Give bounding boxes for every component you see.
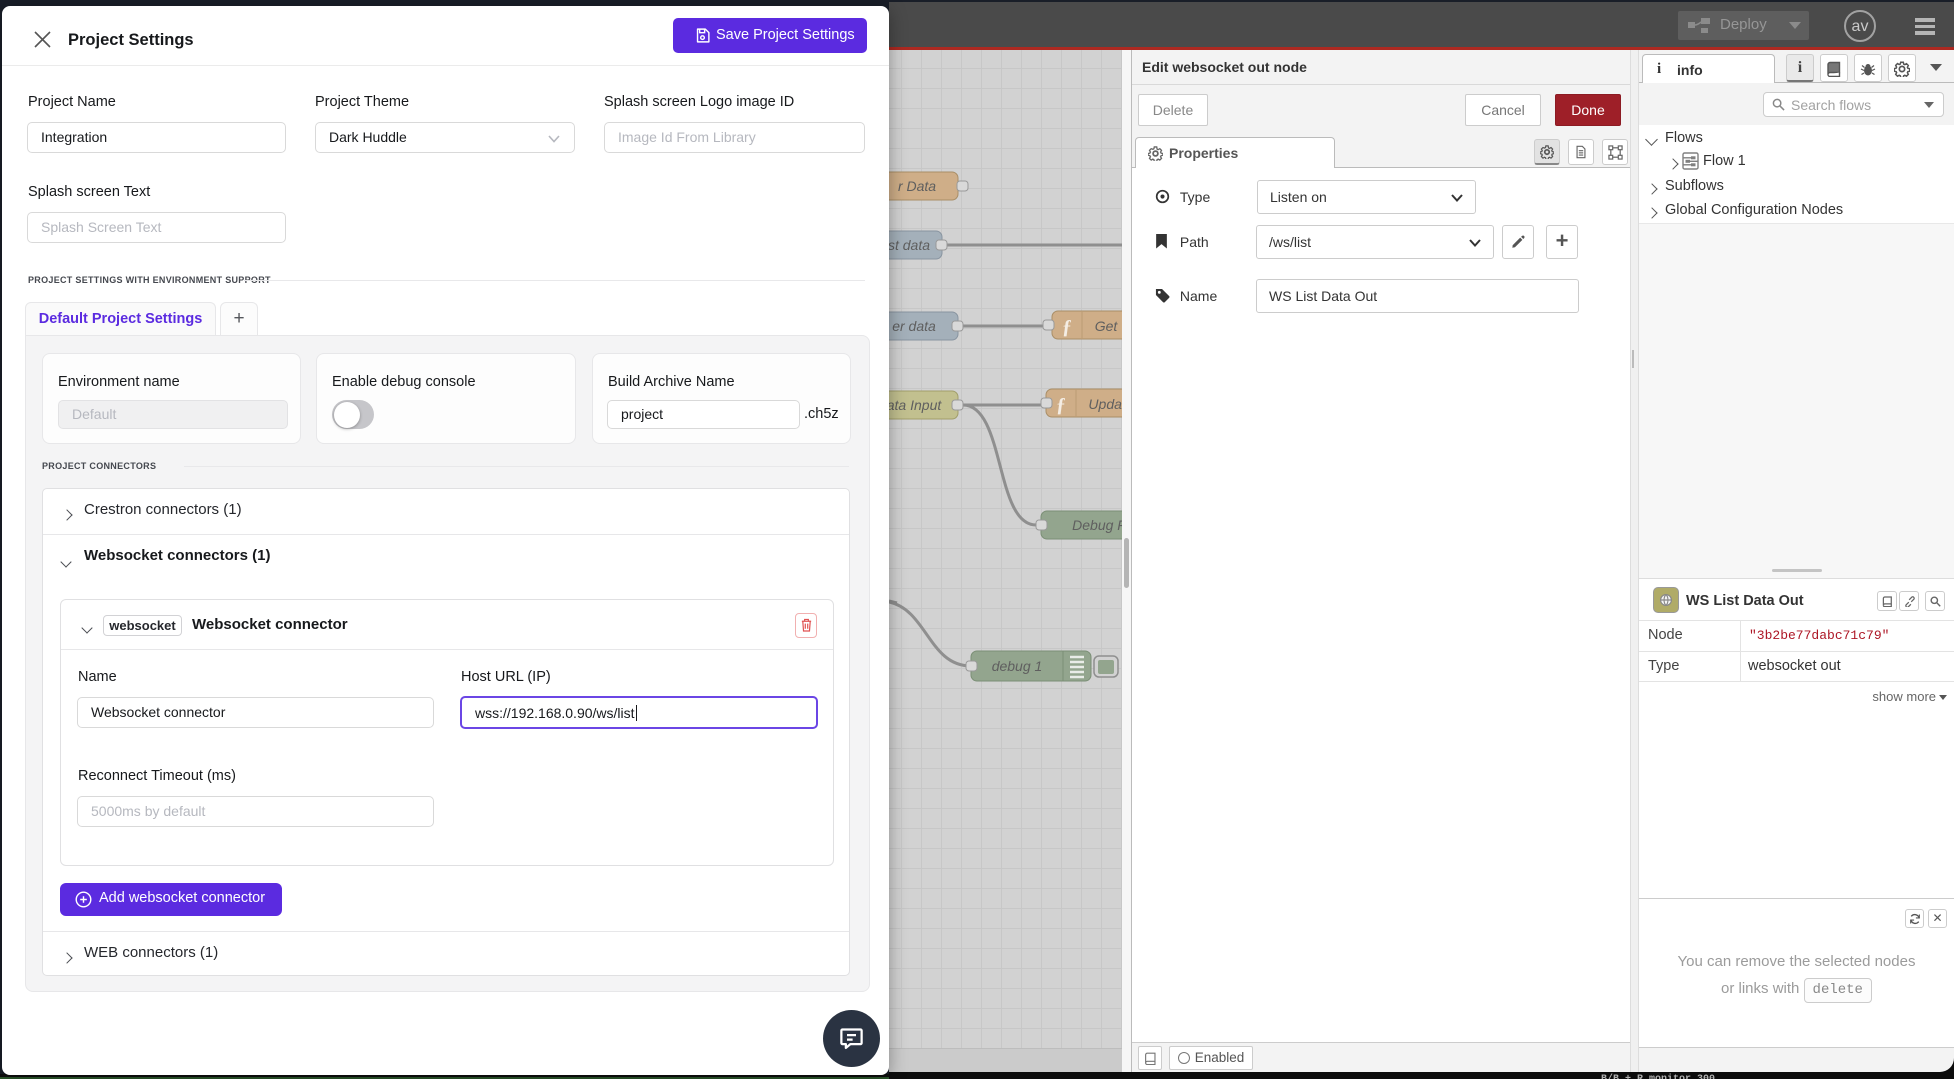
svg-text:Debug F: Debug F (1072, 517, 1127, 533)
svg-text:st data: st data (889, 237, 930, 253)
svg-text:ƒ: ƒ (1056, 394, 1066, 416)
svg-text:r Data: r Data (898, 178, 936, 194)
svg-text:debug 1: debug 1 (992, 658, 1043, 674)
svg-text:er data: er data (892, 318, 936, 334)
svg-text:ƒ: ƒ (1062, 316, 1072, 338)
svg-text:ata Input: ata Input (889, 397, 942, 413)
